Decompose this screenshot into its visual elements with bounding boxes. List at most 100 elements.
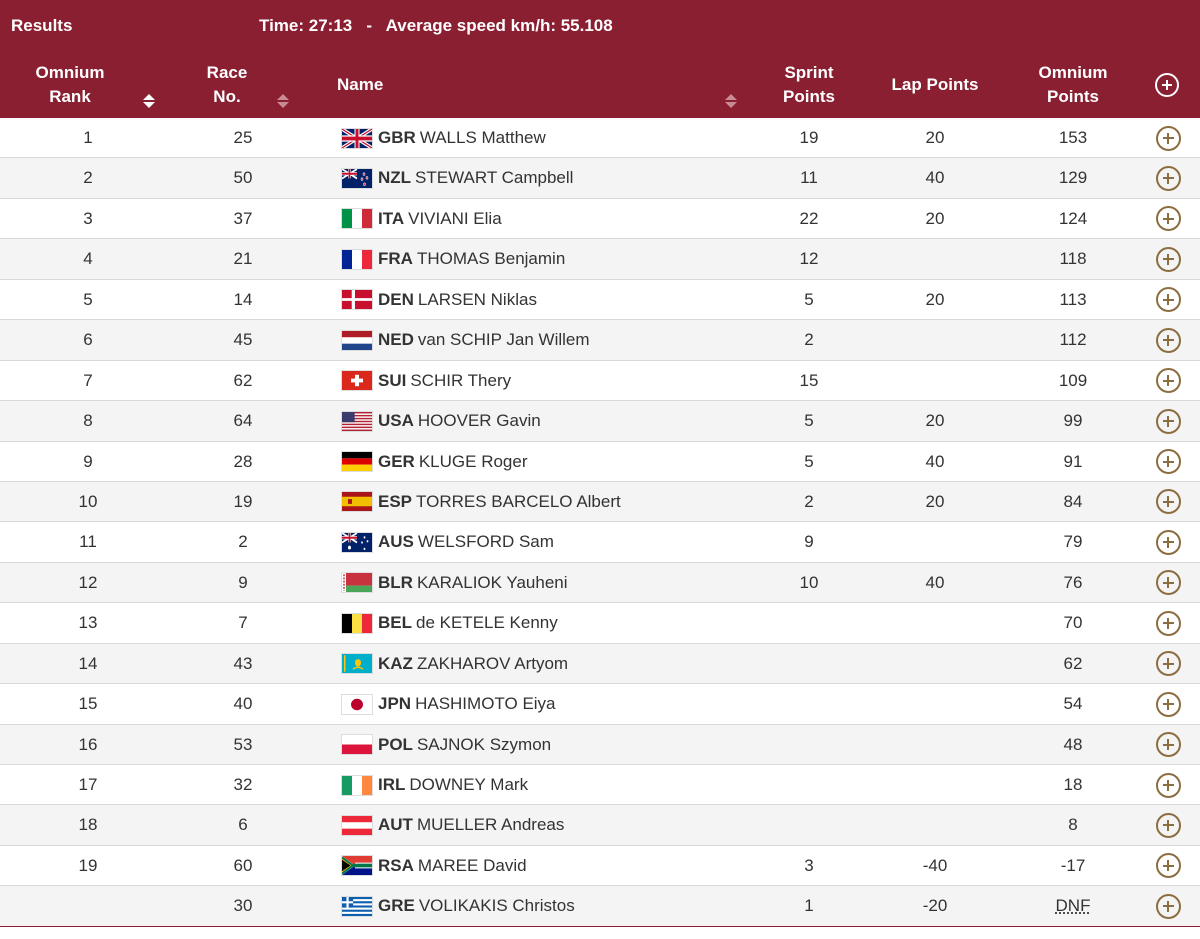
lap-points <box>885 684 985 724</box>
table-row: 1 25 GBR WALLS Matthew 19 20 153 <box>0 118 1200 159</box>
omnium-rank: 4 <box>83 249 93 269</box>
omnium-rank: 9 <box>83 451 93 471</box>
omnium-points-value: 18 <box>1063 775 1083 794</box>
plus-circle-icon <box>1155 327 1181 353</box>
table-row: 18 6 AUT MUELLER Andreas 8 <box>0 805 1200 846</box>
sprint-points: 5 <box>804 289 814 309</box>
expand-row-button[interactable] <box>1155 361 1181 401</box>
results-topbar: Results Time: 27:13 - Average speed km/h… <box>0 0 1200 52</box>
country-code: NED <box>378 330 414 350</box>
expand-row-button[interactable] <box>1155 644 1181 684</box>
athlete-name: WALLS Matthew <box>419 128 546 147</box>
expand-row-button[interactable] <box>1155 886 1181 926</box>
omnium-rank: 17 <box>78 775 98 794</box>
plus-circle-icon <box>1155 287 1181 313</box>
plus-circle-icon <box>1155 812 1181 838</box>
athlete-cell: DEN LARSEN Niklas <box>341 280 761 320</box>
column-header-name[interactable]: Name <box>337 52 637 118</box>
athlete-cell: NED van SCHIP Jan Willem <box>341 320 761 360</box>
omnium-points: 124 <box>1023 199 1123 239</box>
sprint-points <box>759 684 859 724</box>
race-number: 21 <box>233 249 253 269</box>
expand-row-button[interactable] <box>1155 442 1181 482</box>
sprint-points: 5 <box>804 411 814 431</box>
table-row: 14 43 KAZ ZAKHAROV Artyom 62 <box>0 643 1200 685</box>
plus-circle-icon <box>1155 610 1181 636</box>
athlete-name: TORRES BARCELO Albert <box>416 491 621 511</box>
aut-flag-icon <box>341 814 373 836</box>
athlete-cell: POL SAJNOK Szymon <box>341 725 761 765</box>
plus-circle-icon <box>1155 165 1181 191</box>
expand-all-button[interactable] <box>1150 52 1184 118</box>
fra-flag-icon <box>341 248 373 270</box>
omnium-rank <box>38 886 138 926</box>
lap-points <box>885 320 985 360</box>
table-row: 13 7 BEL de KETELE Kenny 70 <box>0 603 1200 644</box>
ita-flag-icon <box>341 208 373 230</box>
expand-row-button[interactable] <box>1155 522 1181 562</box>
plus-circle-icon <box>1155 125 1181 151</box>
country-code: GRE <box>378 896 415 916</box>
country-code: FRA <box>378 249 413 269</box>
column-header-race-no[interactable]: Race No. <box>177 52 277 118</box>
lap-points: 20 <box>925 491 945 511</box>
omnium-points: 79 <box>1023 522 1123 562</box>
den-flag-icon <box>341 289 373 311</box>
country-code: NZL <box>378 168 412 188</box>
sprint-points: 3 <box>804 855 814 875</box>
sort-rank-icon[interactable] <box>143 94 155 108</box>
plus-circle-icon <box>1155 529 1181 555</box>
race-number: 28 <box>233 451 253 471</box>
expand-row-button[interactable] <box>1155 118 1181 158</box>
country-code: KAZ <box>378 653 413 673</box>
plus-circle-icon <box>1155 73 1179 97</box>
omnium-points: 91 <box>1023 442 1123 482</box>
omnium-points: 18 <box>1023 765 1123 805</box>
jpn-flag-icon <box>341 693 373 715</box>
expand-row-button[interactable] <box>1155 725 1181 765</box>
plus-circle-icon <box>1155 570 1181 596</box>
table-row: 7 62 SUI SCHIR Thery 15 109 <box>0 361 1200 402</box>
omnium-points: 76 <box>1023 563 1123 603</box>
expand-row-button[interactable] <box>1155 482 1181 522</box>
athlete-name: DOWNEY Mark <box>409 775 529 794</box>
sprint-points: 19 <box>799 128 819 147</box>
athlete-name: KLUGE Roger <box>418 451 528 471</box>
column-header-omnium-rank[interactable]: Omnium Rank <box>20 52 120 118</box>
omnium-points-value: 109 <box>1058 370 1088 390</box>
table-row: 5 14 DEN LARSEN Niklas 5 20 113 <box>0 280 1200 321</box>
expand-row-button[interactable] <box>1155 280 1181 320</box>
omnium-rank: 18 <box>78 815 98 835</box>
expand-row-button[interactable] <box>1155 158 1181 198</box>
country-code: DEN <box>378 289 414 309</box>
expand-row-button[interactable] <box>1155 401 1181 441</box>
expand-row-button[interactable] <box>1155 320 1181 360</box>
omnium-points-value[interactable]: DNF <box>1056 896 1091 916</box>
gbr-flag-icon <box>341 127 373 149</box>
expand-row-button[interactable] <box>1155 684 1181 724</box>
country-code: RSA <box>378 855 414 875</box>
sprint-points: 2 <box>804 491 814 511</box>
omnium-points: 8 <box>1023 805 1123 845</box>
expand-row-button[interactable] <box>1155 239 1181 279</box>
expand-row-button[interactable] <box>1155 199 1181 239</box>
time-speed-info: Time: 27:13 - Average speed km/h: 55.108 <box>259 16 613 35</box>
expand-row-button[interactable] <box>1155 765 1181 805</box>
race-number: 30 <box>233 896 253 916</box>
lap-points: -20 <box>922 896 948 916</box>
omnium-points-value: 79 <box>1063 532 1083 552</box>
expand-row-button[interactable] <box>1155 603 1181 643</box>
race-number: 9 <box>238 572 248 592</box>
race-number: 14 <box>233 289 253 309</box>
sort-name-icon[interactable] <box>725 94 737 108</box>
country-code: SUI <box>378 370 407 390</box>
expand-row-button[interactable] <box>1155 563 1181 603</box>
expand-row-button[interactable] <box>1155 805 1181 845</box>
athlete-name: LARSEN Niklas <box>417 289 537 309</box>
table-row: 11 2 AUS WELSFORD Sam 9 79 <box>0 522 1200 563</box>
expand-row-button[interactable] <box>1155 846 1181 886</box>
athlete-cell: ESP TORRES BARCELO Albert <box>341 482 761 522</box>
athlete-cell: GRE VOLIKAKIS Christos <box>341 886 761 926</box>
sort-race-icon[interactable] <box>277 94 289 108</box>
athlete-name: KARALIOK Yauheni <box>416 572 568 592</box>
